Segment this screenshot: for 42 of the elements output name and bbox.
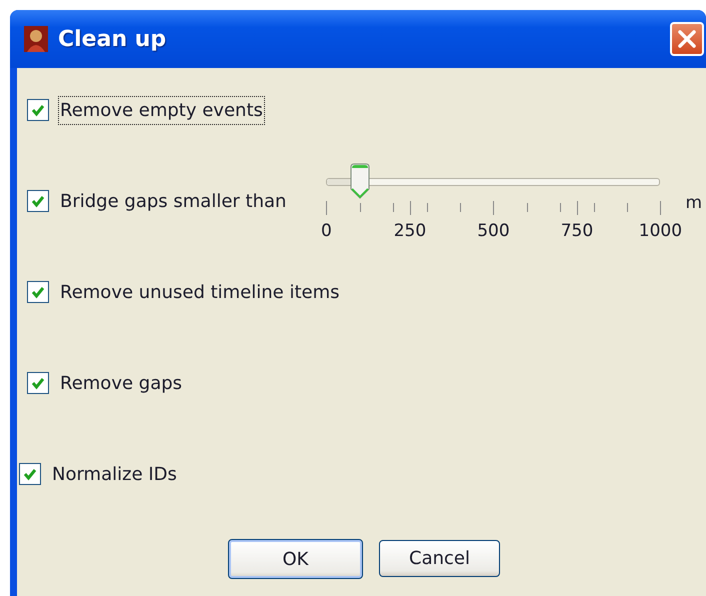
checkbox-label: Normalize IDs <box>51 462 178 486</box>
checkmark-icon <box>31 103 45 117</box>
checkbox[interactable] <box>27 281 49 303</box>
tick-mark <box>460 203 462 212</box>
checkbox-label: Bridge gaps smaller than <box>59 190 288 214</box>
close-button[interactable] <box>670 22 704 56</box>
checkbox-label: Remove gaps <box>59 372 184 396</box>
checkbox[interactable] <box>27 190 49 212</box>
dialog-button[interactable]: Cancel <box>379 540 500 577</box>
tick-label: 250 <box>394 220 426 243</box>
app-icon <box>24 26 48 52</box>
checkbox-label: Remove empty events <box>58 96 265 124</box>
tick-mark <box>576 201 578 215</box>
tick-mark <box>660 201 662 215</box>
tick-label: 750 <box>560 220 594 243</box>
window-title: Clean up <box>58 26 166 54</box>
checkbox[interactable] <box>27 372 49 394</box>
tick-mark <box>426 203 428 212</box>
tick-mark <box>493 201 494 215</box>
tick-mark <box>594 203 595 212</box>
tick-mark <box>526 203 528 212</box>
checkmark-icon <box>31 285 45 299</box>
tick-label: 0 <box>321 220 332 243</box>
checkbox[interactable] <box>27 99 49 121</box>
tick-mark <box>326 201 328 215</box>
checkmark-icon <box>23 467 37 481</box>
tick-mark <box>360 203 361 212</box>
checkbox[interactable] <box>19 463 41 485</box>
checkmark-icon <box>31 194 45 208</box>
tick-mark <box>560 203 562 212</box>
checkmark-icon <box>31 376 45 390</box>
dialog-button[interactable]: OK <box>228 539 363 579</box>
slider-thumb[interactable] <box>348 163 371 199</box>
tick-label: 500 <box>477 220 510 243</box>
checkbox-label: Remove unused timeline items <box>59 280 341 304</box>
tick-label: 1000 <box>638 220 682 243</box>
slider-track[interactable] <box>326 178 660 186</box>
unit-label: m <box>685 192 702 215</box>
tick-mark <box>627 203 628 212</box>
tick-mark <box>410 201 411 215</box>
tick-mark <box>393 203 394 212</box>
close-icon <box>677 29 697 49</box>
